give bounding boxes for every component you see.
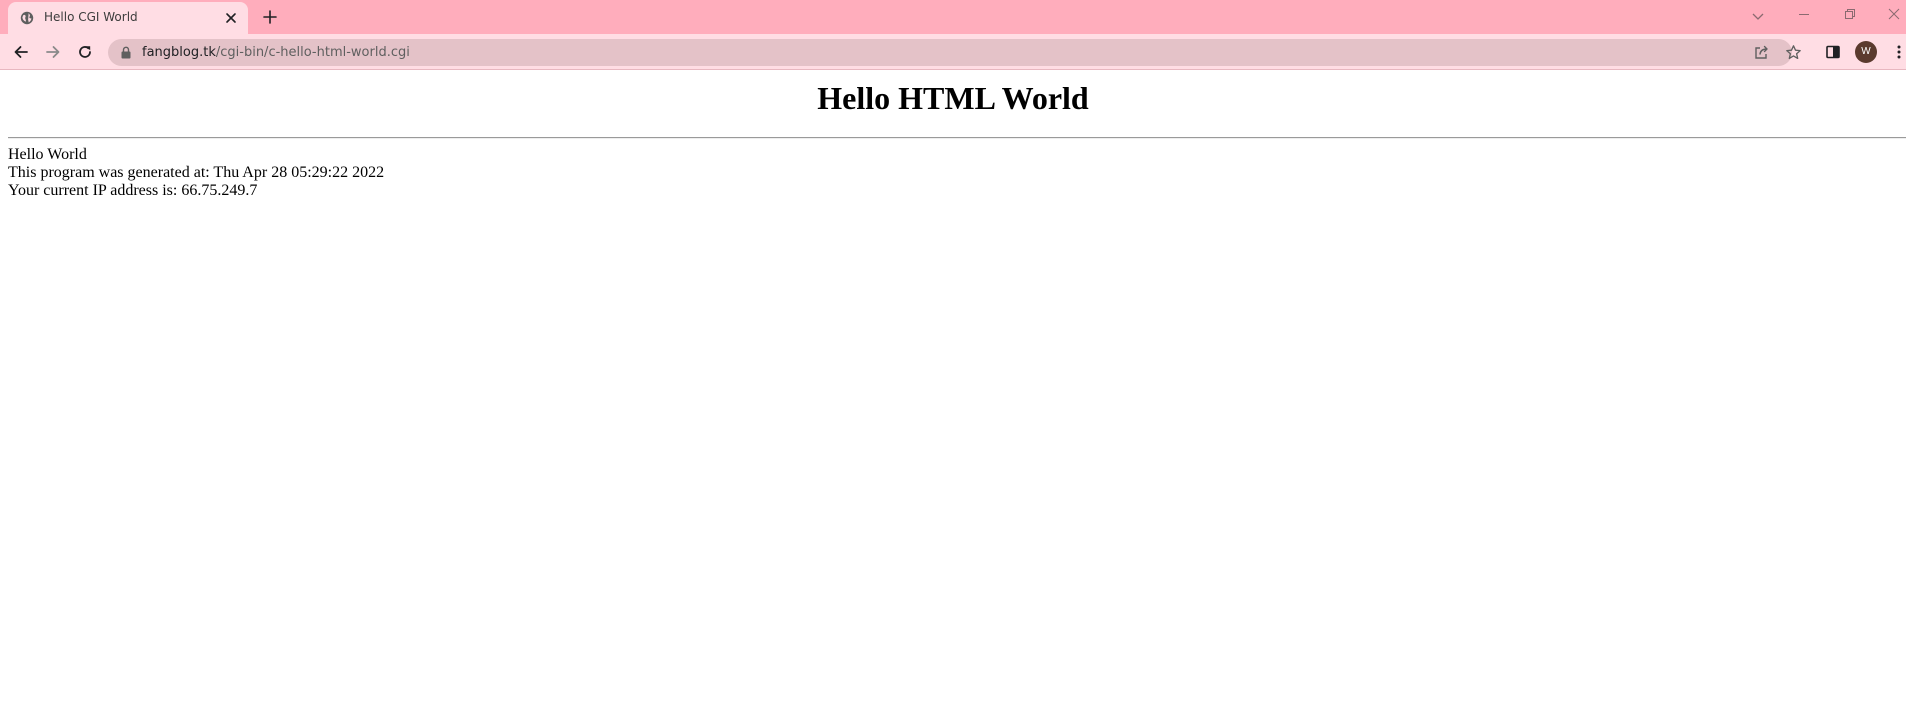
chevron-down-icon[interactable] (1750, 8, 1766, 24)
avatar[interactable]: W (1855, 41, 1877, 63)
divider (8, 137, 1906, 139)
lock-icon[interactable] (120, 46, 132, 59)
back-arrow-icon[interactable] (12, 43, 30, 61)
url-path: /cgi-bin/c-hello-html-world.cgi (215, 45, 410, 60)
star-icon[interactable] (1785, 44, 1802, 61)
browser-window: Hello CGI World fangblog.tk/cgi-bin/c-he… (0, 0, 1906, 723)
share-icon[interactable] (1753, 44, 1770, 61)
url-text[interactable]: fangblog.tk/cgi-bin/c-hello-html-world.c… (142, 45, 410, 60)
address-bar[interactable]: fangblog.tk/cgi-bin/c-hello-html-world.c… (108, 39, 1801, 66)
generated-at-line: This program was generated at: Thu Apr 2… (8, 164, 385, 181)
page-content: Hello HTML World Hello World This progra… (0, 71, 1906, 723)
plus-icon[interactable] (262, 9, 278, 25)
reload-icon[interactable] (76, 43, 94, 61)
greeting-line: Hello World (8, 146, 87, 163)
forward-arrow-icon[interactable] (44, 43, 62, 61)
tab-strip: Hello CGI World (0, 0, 1906, 34)
close-icon[interactable] (224, 11, 238, 25)
restore-icon[interactable] (1842, 6, 1858, 22)
tab-title: Hello CGI World (44, 10, 138, 24)
minimize-icon[interactable] (1796, 6, 1812, 22)
kebab-menu-icon[interactable] (1890, 43, 1906, 61)
globe-icon (20, 11, 34, 25)
tab-hello-cgi-world[interactable]: Hello CGI World (8, 2, 248, 34)
ip-address-line: Your current IP address is: 66.75.249.7 (8, 182, 258, 199)
close-window-icon[interactable] (1886, 6, 1902, 22)
body-text: Hello World This program was generated a… (8, 146, 384, 200)
side-panel-icon[interactable] (1824, 43, 1842, 61)
page-title: Hello HTML World (817, 80, 1089, 116)
toolbar: fangblog.tk/cgi-bin/c-hello-html-world.c… (0, 34, 1906, 70)
url-host: fangblog.tk (142, 45, 216, 60)
